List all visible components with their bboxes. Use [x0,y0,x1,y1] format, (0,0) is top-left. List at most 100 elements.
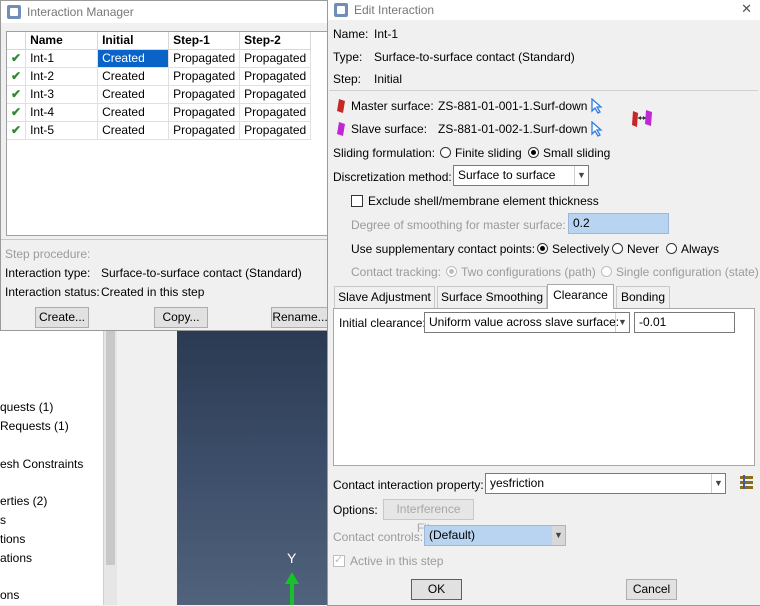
master-surface-value: ZS-881-01-001-1.Surf-down [438,99,588,113]
clearance-method-select[interactable]: Uniform value across slave surface: ▼ [424,312,630,333]
supp-never-label: Never [627,242,660,256]
status-column-header [7,32,27,50]
tab-clearance[interactable]: Clearance [547,284,614,309]
tracking-two-radio[interactable]: Two configurations (path) [446,265,596,279]
supp-never-radio[interactable]: Never [612,242,659,256]
tree-item[interactable]: s [0,513,6,527]
select-cursor-icon[interactable] [591,121,603,137]
copy-button[interactable]: Copy... [154,307,208,328]
chevron-down-icon[interactable]: ▼ [615,313,629,332]
cell-name[interactable]: Int-4 [25,103,99,122]
radio-indicator[interactable] [612,243,623,254]
checkbox-indicator[interactable] [333,553,345,567]
tree-item[interactable]: erties (2) [0,494,47,508]
tab-surface-smoothing[interactable]: Surface Smoothing [437,286,547,308]
exclude-shell-checkbox[interactable]: Exclude shell/membrane element thickness [351,194,599,208]
select-cursor-icon[interactable] [591,98,603,114]
cell-initial[interactable]: Created [97,85,170,104]
cell-initial[interactable]: Created [97,49,170,68]
clearance-value-input[interactable]: -0.01 [634,312,735,333]
property-manager-icon[interactable] [739,474,755,490]
cell-step1[interactable]: Propagated [168,67,241,86]
cell-step1[interactable]: Propagated [168,103,241,122]
property-value: yesfriction [490,476,545,490]
chevron-down-icon[interactable]: ▼ [551,526,565,545]
cell-step2[interactable]: Propagated [239,103,312,122]
radio-indicator[interactable] [537,243,548,254]
cell-step1[interactable]: Propagated [168,121,241,140]
tree-item[interactable]: quests (1) [0,400,53,414]
cell-step2[interactable]: Propagated [239,121,312,140]
interaction-type-label: Interaction type: [5,266,91,280]
chevron-down-icon[interactable]: ▼ [574,166,588,185]
radio-indicator[interactable] [528,147,539,158]
cell-name[interactable]: Int-2 [25,67,99,86]
swap-surfaces-icon[interactable] [631,107,653,129]
ok-button[interactable]: OK [411,579,462,600]
table-row[interactable]: ✔ Int-5 Created Propagated Propagated [7,121,312,140]
cancel-button[interactable]: Cancel [626,579,677,600]
create-button[interactable]: Create... [35,307,89,328]
options-label: Options: [333,503,378,517]
discretization-select[interactable]: Surface to surface ▼ [453,165,589,186]
step-label: Step: [333,72,362,86]
radio-indicator[interactable] [446,266,457,277]
cell-name[interactable]: Int-5 [25,121,99,140]
tree-item[interactable]: Requests (1) [0,419,69,433]
interference-fit-button[interactable]: Interference Fit... [383,499,474,535]
cell-step2[interactable]: Propagated [239,67,312,86]
rename-button[interactable]: Rename... [271,307,329,328]
tree-scrollbar[interactable] [103,330,117,605]
name-value: Int-1 [374,27,399,41]
check-icon: ✔ [7,67,27,86]
checkbox-indicator[interactable] [351,195,363,207]
column-header-step1[interactable]: Step-1 [168,32,241,50]
slave-surface-value: ZS-881-01-002-1.Surf-down [438,122,588,136]
tree-item[interactable]: ons [0,588,19,602]
table-row[interactable]: ✔ Int-1 Created Propagated Propagated [7,49,312,68]
radio-indicator[interactable] [440,147,451,158]
tracking-single-radio[interactable]: Single configuration (state) [601,265,759,279]
finite-sliding-radio[interactable]: Finite sliding [440,146,522,160]
cell-initial[interactable]: Created [97,121,170,140]
contact-controls-select[interactable]: (Default) ▼ [424,525,566,546]
cell-initial[interactable]: Created [97,103,170,122]
initial-clearance-label: Initial clearance: [339,316,426,330]
radio-indicator[interactable] [666,243,677,254]
check-icon: ✔ [7,103,27,122]
cell-name[interactable]: Int-3 [25,85,99,104]
active-in-step-checkbox[interactable]: Active in this step [333,553,443,568]
cell-step1[interactable]: Propagated [168,85,241,104]
cell-step2[interactable]: Propagated [239,49,312,68]
cell-initial[interactable]: Created [97,67,170,86]
cell-name[interactable]: Int-1 [25,49,99,68]
column-header-step2[interactable]: Step-2 [239,32,312,50]
tree-item[interactable]: ations [0,551,32,565]
manager-titlebar[interactable]: Interaction Manager [1,1,330,23]
table-row[interactable]: ✔ Int-4 Created Propagated Propagated [7,103,312,122]
supp-selectively-radio[interactable]: Selectively [537,242,609,256]
graphics-viewport[interactable]: Y [177,330,328,605]
close-icon[interactable]: ✕ [741,1,752,17]
column-header-name[interactable]: Name [25,32,99,50]
column-header-initial[interactable]: Initial [97,32,170,50]
tab-bonding[interactable]: Bonding [616,286,670,308]
interaction-type-value: Surface-to-surface contact (Standard) [101,266,302,280]
chevron-down-icon[interactable]: ▼ [711,474,725,493]
cell-step2[interactable]: Propagated [239,85,312,104]
property-select[interactable]: yesfriction ▼ [485,473,726,494]
small-sliding-radio[interactable]: Small sliding [528,146,610,160]
scrollbar-thumb[interactable] [106,330,115,565]
tab-slave-adjustment[interactable]: Slave Adjustment [334,286,435,308]
radio-indicator[interactable] [601,266,612,277]
table-row[interactable]: ✔ Int-3 Created Propagated Propagated [7,85,312,104]
cell-step1[interactable]: Propagated [168,49,241,68]
smoothing-input[interactable]: 0.2 [568,213,669,234]
table-row[interactable]: ✔ Int-2 Created Propagated Propagated [7,67,312,86]
dialog-titlebar[interactable]: Edit Interaction ✕ [328,0,760,20]
tree-item[interactable]: tions [0,532,25,546]
manager-title: Interaction Manager [27,5,134,19]
type-label: Type: [333,50,363,64]
supp-always-radio[interactable]: Always [666,242,719,256]
tree-item[interactable]: esh Constraints [0,457,83,471]
